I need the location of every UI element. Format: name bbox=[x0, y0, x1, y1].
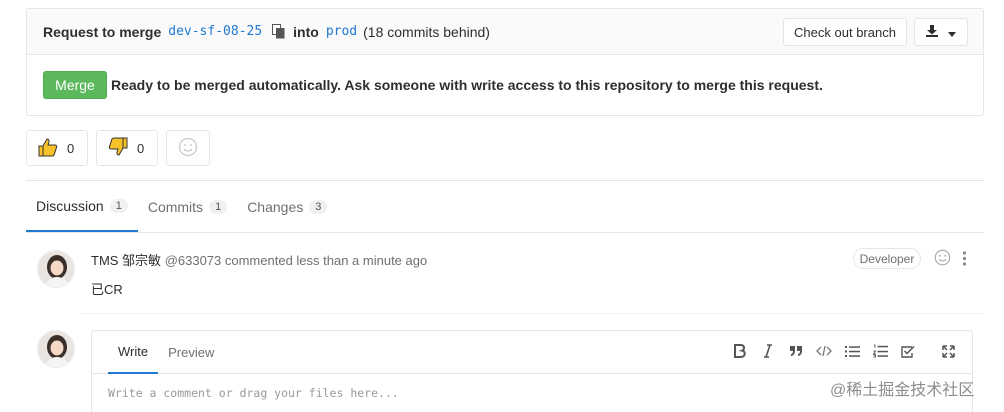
tab-changes[interactable]: Changes 3 bbox=[237, 181, 337, 232]
divider bbox=[80, 313, 984, 314]
merge-status-text: Ready to be merged automatically. Ask so… bbox=[111, 77, 823, 93]
download-dropdown-button[interactable] bbox=[914, 18, 968, 46]
thumbs-up-count: 0 bbox=[67, 140, 75, 156]
note-author-link[interactable]: TMS 邹宗敏 bbox=[91, 253, 161, 268]
watermark-text: @稀土掘金技术社区 bbox=[830, 382, 975, 399]
chevron-down-icon bbox=[948, 25, 956, 40]
tab-discussion[interactable]: Discussion 1 bbox=[26, 181, 138, 232]
fullscreen-icon[interactable] bbox=[940, 343, 956, 359]
code-icon[interactable] bbox=[816, 343, 832, 359]
avatar bbox=[37, 330, 75, 368]
italic-icon[interactable] bbox=[760, 343, 776, 359]
merge-request-body: Merge Ready to be merged automatically. … bbox=[27, 55, 983, 115]
note-header: TMS 邹宗敏 @633073 commented less than a mi… bbox=[91, 250, 427, 269]
tab-write[interactable]: Write bbox=[108, 331, 159, 374]
copy-icon[interactable] bbox=[272, 24, 285, 39]
note-body: 已CR bbox=[91, 282, 123, 297]
tab-commits[interactable]: Commits 1 bbox=[138, 181, 237, 232]
avatar[interactable] bbox=[37, 250, 75, 288]
bold-icon[interactable] bbox=[732, 343, 748, 359]
role-badge: Developer bbox=[853, 248, 921, 269]
merge-request-tabs: Discussion 1 Commits 1 Changes 3 bbox=[26, 181, 984, 233]
tab-preview[interactable]: Preview bbox=[158, 331, 224, 374]
merge-button[interactable]: Merge bbox=[43, 71, 107, 99]
tab-count-badge: 1 bbox=[209, 199, 228, 214]
comment-textarea[interactable]: Write a comment or drag your files here.… bbox=[108, 386, 399, 400]
thumbs-up-icon bbox=[37, 136, 59, 161]
tab-label: Changes bbox=[247, 198, 304, 215]
thumbs-down-icon bbox=[107, 136, 129, 161]
bullet-list-icon[interactable] bbox=[844, 343, 860, 359]
commits-behind-text: (18 commits behind) bbox=[363, 23, 490, 40]
thumbs-down-count: 0 bbox=[137, 140, 145, 156]
into-label: into bbox=[293, 23, 319, 40]
markdown-toolbar bbox=[732, 343, 956, 359]
tab-count-badge: 3 bbox=[309, 199, 328, 214]
task-list-icon[interactable] bbox=[900, 343, 916, 359]
more-actions-icon[interactable] bbox=[962, 251, 967, 269]
smiley-icon bbox=[178, 137, 198, 160]
target-branch-link[interactable]: prod bbox=[326, 24, 357, 39]
source-branch-link[interactable]: dev-sf-08-25 bbox=[168, 24, 262, 39]
tab-label: Commits bbox=[147, 198, 204, 215]
add-reaction-button[interactable] bbox=[166, 130, 210, 166]
check-out-branch-button[interactable]: Check out branch bbox=[783, 18, 907, 46]
note-meta: @633073 commented less than a minute ago bbox=[164, 253, 428, 268]
numbered-list-icon[interactable] bbox=[872, 343, 888, 359]
quote-icon[interactable] bbox=[788, 343, 804, 359]
merge-request-widget: Request to merge dev-sf-08-25 into prod … bbox=[26, 8, 984, 116]
tab-count-badge: 1 bbox=[109, 198, 128, 213]
request-to-merge-label: Request to merge bbox=[43, 23, 162, 40]
add-reaction-icon[interactable] bbox=[934, 249, 951, 269]
thumbs-up-award-button[interactable]: 0 bbox=[26, 130, 88, 166]
download-icon bbox=[926, 24, 938, 40]
tab-label: Discussion bbox=[36, 197, 104, 214]
thumbs-down-award-button[interactable]: 0 bbox=[96, 130, 158, 166]
